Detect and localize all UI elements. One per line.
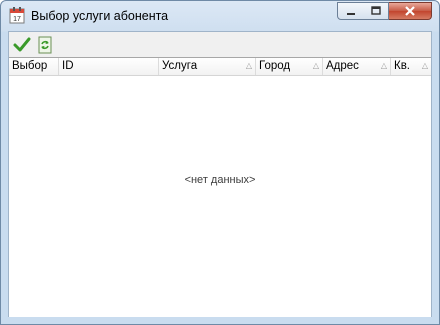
dialog-window: 17 Выбор услуги абонента Выбор ID Услуга… [0,0,440,325]
sort-arrow-icon: △ [421,61,428,70]
title-bar[interactable]: 17 Выбор услуги абонента [1,1,439,31]
toolbar [9,32,431,57]
column-label: Адрес [326,60,359,72]
refresh-icon[interactable] [35,35,55,55]
column-label: Кв. [394,60,411,72]
sort-arrow-icon: △ [380,61,387,70]
calendar-icon: 17 [9,7,25,24]
services-grid[interactable]: Выбор ID Услуга △ Город △ Адрес △ Кв. △ … [9,57,431,317]
window-title: Выбор услуги абонента [31,9,169,23]
checkmark-icon[interactable] [12,35,32,55]
close-button[interactable] [389,2,432,20]
column-header-city[interactable]: Город △ [256,58,323,75]
dialog-client-area: Выбор ID Услуга △ Город △ Адрес △ Кв. △ … [8,31,432,317]
sort-arrow-icon: △ [245,61,252,70]
grid-header: Выбор ID Услуга △ Город △ Адрес △ Кв. △ [9,58,431,76]
sort-arrow-icon: △ [312,61,319,70]
column-header-select[interactable]: Выбор [9,58,59,75]
column-label: Выбор [12,60,48,72]
empty-state-text: <нет данных> [184,174,256,186]
column-label: Город [259,60,291,72]
minimize-button[interactable] [337,2,364,20]
column-header-id[interactable]: ID [59,58,159,75]
column-label: Услуга [162,60,198,72]
maximize-button[interactable] [363,2,389,20]
column-label: ID [62,60,74,72]
svg-text:17: 17 [13,16,21,23]
column-header-address[interactable]: Адрес △ [323,58,391,75]
column-header-apartment[interactable]: Кв. △ [391,58,431,75]
column-header-service[interactable]: Услуга △ [159,58,256,75]
